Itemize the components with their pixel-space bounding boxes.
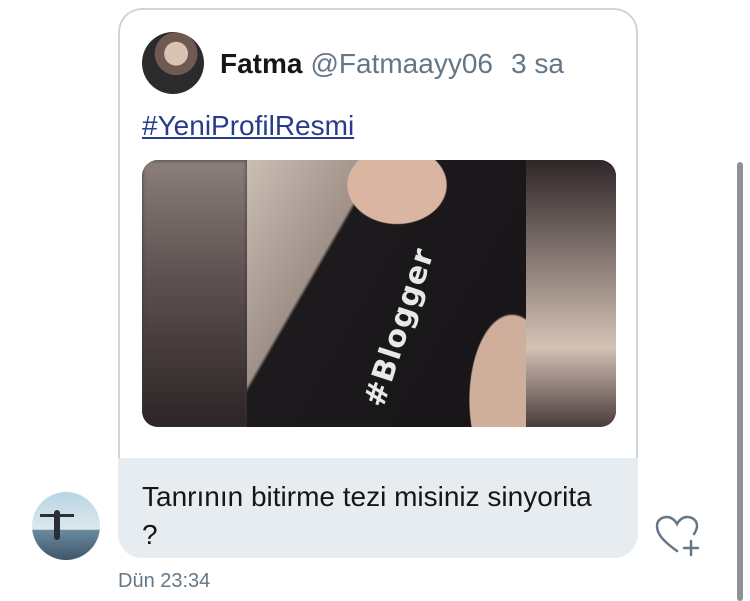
heart-plus-icon[interactable] xyxy=(655,515,701,557)
message-text: Tanrının bitirme tezi misiniz sinyorita … xyxy=(142,481,592,550)
tweet-author-handle[interactable]: @Fatmaayy06 xyxy=(310,48,493,79)
tweet-author-avatar[interactable] xyxy=(142,32,204,94)
quoted-tweet-card[interactable]: Fatma @Fatmaayy06 3 sa #YeniProfilResmi #B… xyxy=(118,8,638,458)
media-blur-right xyxy=(526,160,616,427)
message-timestamp: Dün 23:34 xyxy=(118,570,211,592)
scrollbar[interactable] xyxy=(737,162,743,601)
tweet-header: Fatma @Fatmaayy06 3 sa xyxy=(220,48,564,80)
tweet-hashtag-link[interactable]: #YeniProfilResmi xyxy=(142,110,354,142)
message-bubble: Fatma @Fatmaayy06 3 sa #YeniProfilResmi #B… xyxy=(118,8,638,558)
tweet-time: 3 sa xyxy=(510,48,564,79)
sender-avatar[interactable] xyxy=(32,492,100,560)
media-blur-left xyxy=(142,160,247,427)
message-body: Tanrının bitirme tezi misiniz sinyorita … xyxy=(118,458,638,558)
sender-avatar-figure xyxy=(54,510,60,540)
tweet-author-name[interactable]: Fatma xyxy=(220,48,302,79)
tweet-media-image[interactable]: #Blogger xyxy=(142,160,616,427)
